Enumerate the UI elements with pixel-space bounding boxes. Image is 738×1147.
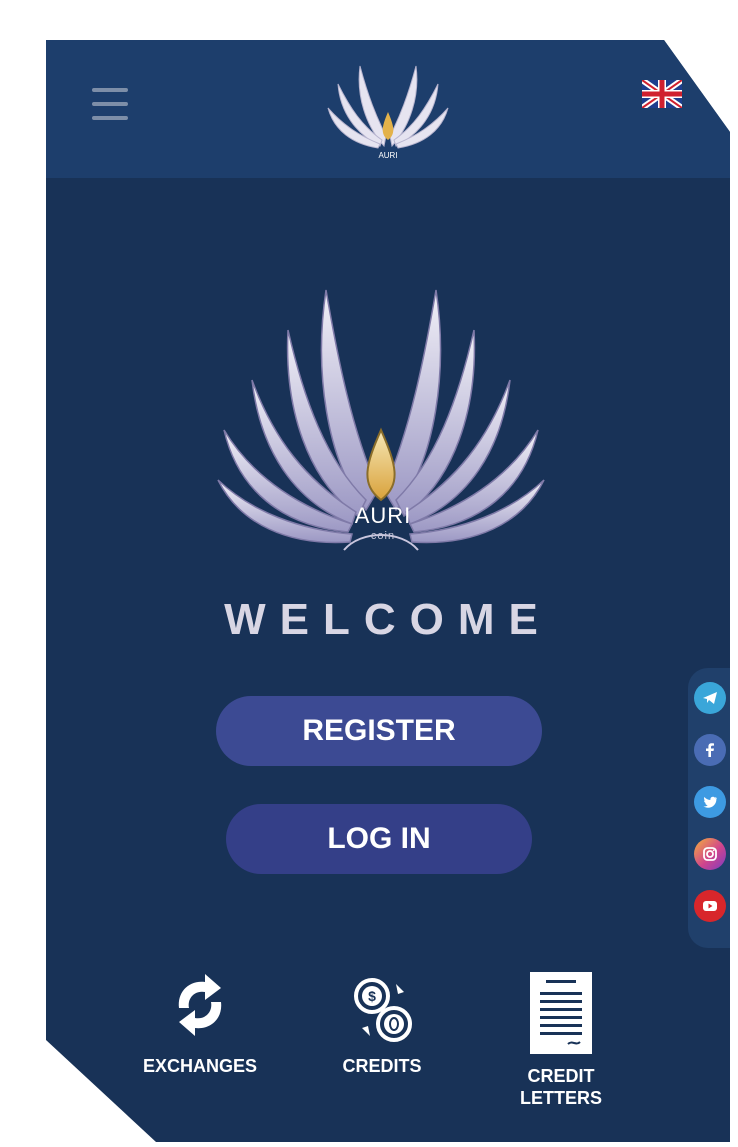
nav-credit-letters[interactable]: CREDIT LETTERS: [491, 970, 631, 1109]
document-icon: [530, 972, 592, 1054]
social-sidebar: [688, 668, 730, 948]
twitter-icon[interactable]: [694, 786, 726, 818]
exchanges-label: EXCHANGES: [142, 1056, 258, 1076]
credit-letters-label-line1: CREDIT: [527, 1066, 595, 1086]
hamburger-menu-icon[interactable]: [92, 88, 128, 120]
register-button[interactable]: REGISTER: [216, 696, 542, 766]
exchange-arrows-icon: [178, 974, 222, 1036]
instagram-icon[interactable]: [694, 838, 726, 870]
svg-text:$: $: [368, 988, 376, 1004]
welcome-heading: WELCOME: [224, 595, 552, 644]
login-button[interactable]: LOG IN: [226, 804, 532, 874]
youtube-icon[interactable]: [694, 890, 726, 922]
credit-letters-label-line2: LETTERS: [519, 1088, 602, 1108]
credits-label: CREDITS: [342, 1056, 422, 1076]
brand-name: AURI: [354, 503, 412, 528]
nav-credits[interactable]: $ CREDITS: [312, 970, 452, 1077]
auri-coin-logo: [217, 289, 545, 551]
top-bar: AURI: [46, 40, 730, 178]
header-logo[interactable]: AURI: [326, 56, 450, 166]
telegram-icon[interactable]: [694, 682, 726, 714]
svg-text:AURI: AURI: [378, 151, 397, 160]
credits-coins-icon: $: [354, 978, 412, 1042]
app-screen: AURI AURI coin WELCOME REGISTER LOG IN E…: [46, 40, 730, 1142]
brand-subtitle: coin: [370, 530, 396, 542]
uk-flag-icon[interactable]: [642, 80, 682, 108]
facebook-icon[interactable]: [694, 734, 726, 766]
nav-exchanges[interactable]: EXCHANGES: [130, 970, 270, 1077]
